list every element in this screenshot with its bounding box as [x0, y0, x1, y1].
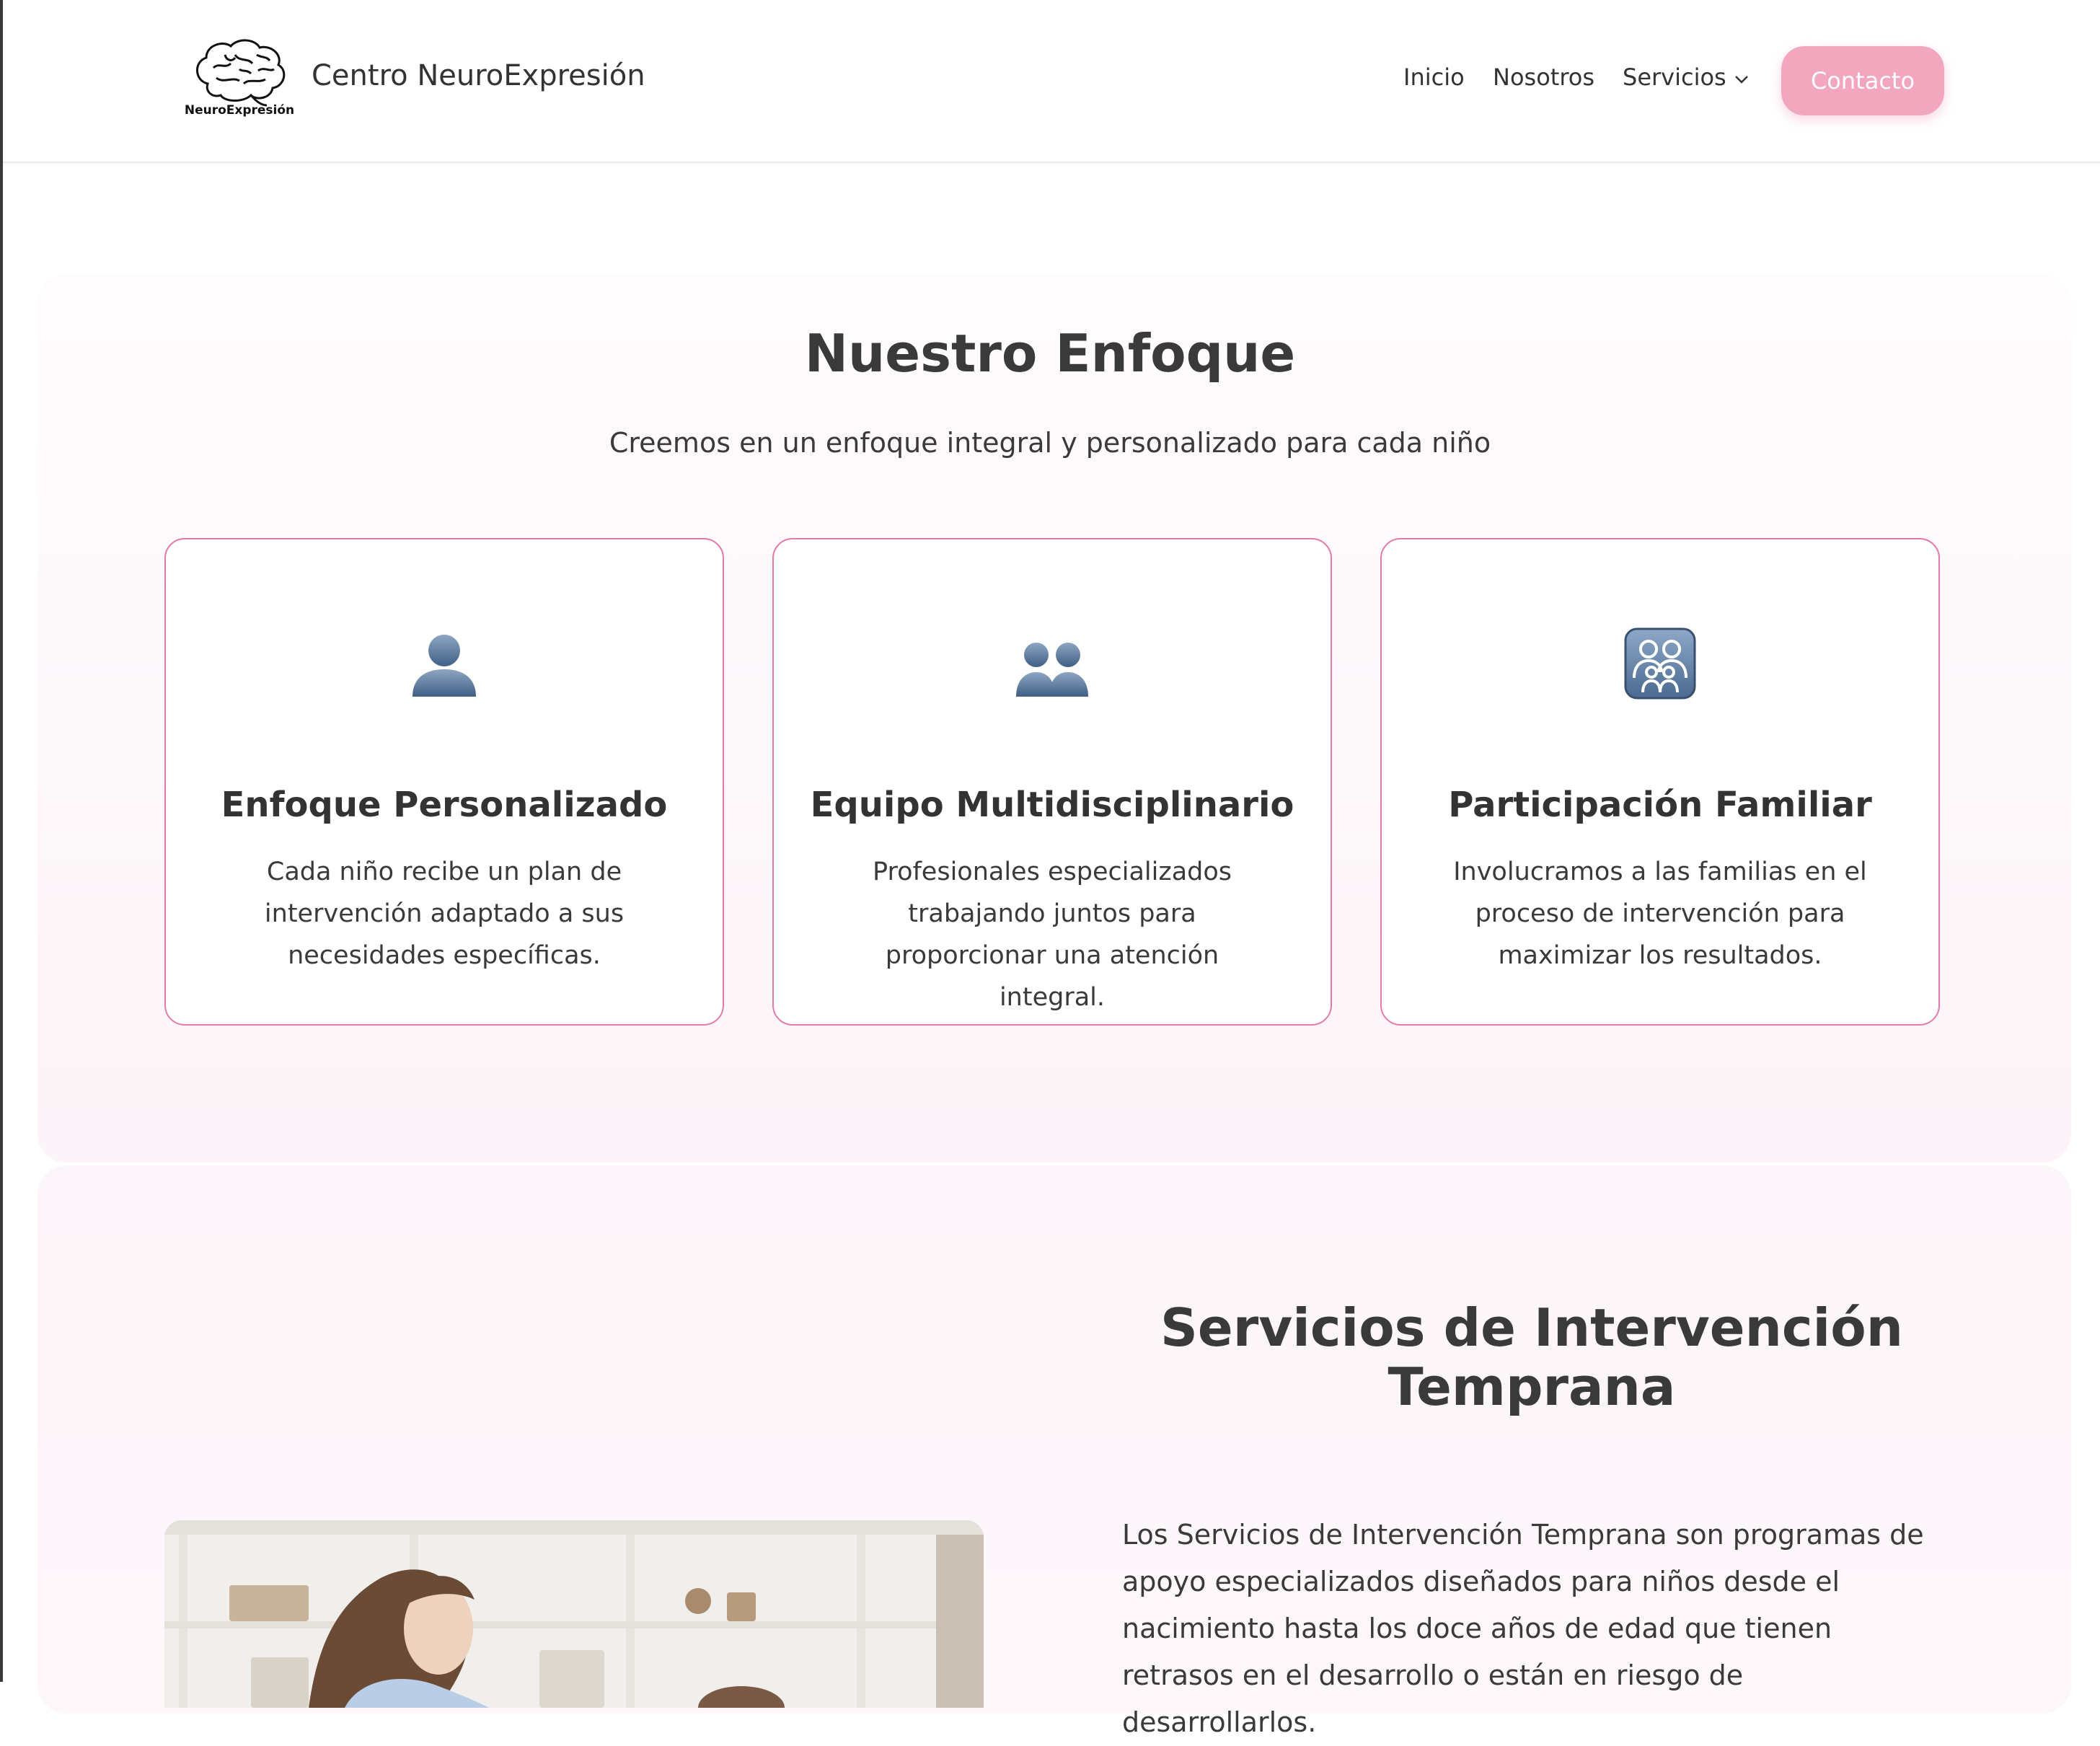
nav-item-inicio[interactable]: Inicio	[1403, 63, 1465, 91]
contact-button[interactable]: Contacto	[1781, 46, 1944, 115]
brain-logo[interactable]: NeuroExpresión	[182, 33, 297, 118]
two-people-silhouette-icon	[1016, 627, 1088, 700]
card-title: Enfoque Personalizado	[221, 785, 668, 825]
nav-item-servicios[interactable]: Servicios	[1623, 63, 1750, 91]
card-equipo-multidisciplinario: Equipo Multidisciplinario Profesionales …	[772, 538, 1332, 1026]
enfoque-subtitle: Creemos en un enfoque integral y persona…	[609, 427, 1491, 459]
card-title: Equipo Multidisciplinario	[810, 785, 1294, 825]
card-title: Participación Familiar	[1448, 785, 1872, 825]
therapy-photo	[164, 1520, 984, 1708]
chevron-down-icon	[1734, 76, 1748, 84]
site-header: NeuroExpresión Centro NeuroExpresión Ini…	[3, 0, 2100, 163]
enfoque-title: Nuestro Enfoque	[804, 323, 1296, 384]
card-text: Profesionales especializados trabajando …	[872, 857, 1232, 1012]
brain-icon: NeuroExpresión	[185, 39, 294, 118]
person-silhouette-icon	[408, 627, 480, 700]
card-text: Involucramos a las familias en el proces…	[1453, 857, 1867, 970]
nav-item-servicios-label: Servicios	[1623, 63, 1726, 91]
servicios-description: Los Servicios de Intervención Temprana s…	[1122, 1519, 1924, 1738]
logo-caption: NeuroExpresión	[185, 103, 294, 118]
card-text: Cada niño recibe un plan de intervención…	[264, 857, 625, 970]
window-edge	[0, 0, 3, 1682]
family-icon	[1624, 627, 1696, 700]
card-enfoque-personalizado: Enfoque Personalizado Cada niño recibe u…	[164, 538, 724, 1026]
nav-item-nosotros[interactable]: Nosotros	[1493, 63, 1594, 91]
brand-name[interactable]: Centro NeuroExpresión	[312, 59, 645, 92]
card-participacion-familiar: Participación Familiar Involucramos a la…	[1380, 538, 1940, 1026]
servicios-title: Servicios de Intervención Temprana	[1160, 1297, 1903, 1417]
